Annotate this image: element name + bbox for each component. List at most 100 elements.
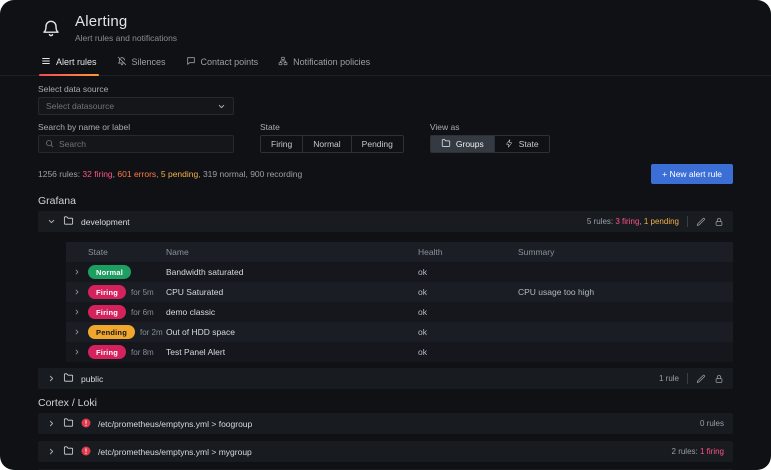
tab-notification-policies[interactable]: Notification policies xyxy=(269,49,379,75)
state-filter-firing[interactable]: Firing xyxy=(261,136,303,152)
chevron-right-icon[interactable] xyxy=(66,288,88,296)
tab-bar: Alert rules Silences Contact points Noti… xyxy=(0,49,771,76)
view-as-groups-label: Groups xyxy=(456,139,484,149)
rules-total: 1256 rules: xyxy=(38,169,82,179)
filters-row: Search by name or label State Firing Nor… xyxy=(38,122,733,153)
chevron-right-icon[interactable] xyxy=(66,328,88,336)
group-meta: 2 rules: 1 firing xyxy=(672,447,724,456)
lock-icon xyxy=(714,217,724,227)
col-state: State xyxy=(88,247,166,257)
divider xyxy=(687,373,688,384)
table-row[interactable]: Normal Bandwidth saturated ok xyxy=(66,262,733,282)
chevron-right-icon[interactable] xyxy=(66,348,88,356)
folder-icon xyxy=(63,445,74,458)
rule-group-public[interactable]: public 1 rule xyxy=(38,368,733,389)
tab-contact-points[interactable]: Contact points xyxy=(177,49,268,75)
state-badge: Pending xyxy=(88,325,135,339)
tab-label: Notification policies xyxy=(293,57,370,67)
group-name: /etc/prometheus/emptyns.yml > foogroup xyxy=(98,419,252,429)
edit-group-button[interactable] xyxy=(696,374,706,384)
error-circle-icon xyxy=(81,446,91,458)
state-badge: Firing xyxy=(88,345,126,359)
tab-alert-rules[interactable]: Alert rules xyxy=(32,49,106,75)
search-box[interactable] xyxy=(38,135,234,153)
for-duration: for 8m xyxy=(131,348,154,357)
error-circle-icon xyxy=(81,418,91,430)
chevron-right-icon[interactable] xyxy=(66,308,88,316)
comment-icon xyxy=(186,56,196,68)
group-rule-counts: 5 rules: 3 firing, 1 pending xyxy=(587,217,679,226)
datasource-select[interactable]: Select datasource xyxy=(38,97,234,115)
view-as-state-label: State xyxy=(519,139,539,149)
table-row[interactable]: Firing for 6m demo classic ok xyxy=(66,302,733,322)
state-button-group: Firing Normal Pending xyxy=(260,135,404,153)
section-grafana: Grafana xyxy=(0,192,771,211)
rule-group-development[interactable]: development 5 rules: 3 firing, 1 pending xyxy=(38,211,733,232)
rule-group-foogroup[interactable]: /etc/prometheus/emptyns.yml > foogroup 0… xyxy=(38,413,733,434)
state-badge: Firing xyxy=(88,305,126,319)
new-alert-rule-button[interactable]: + New alert rule xyxy=(651,164,733,184)
group-rule-counts: 0 rules xyxy=(700,419,724,428)
view-as-state-button[interactable]: State xyxy=(495,136,549,152)
for-duration: for 5m xyxy=(131,288,154,297)
group-total: 2 rules: xyxy=(672,447,700,456)
for-duration: for 6m xyxy=(131,308,154,317)
search-icon xyxy=(45,139,54,150)
rule-health: ok xyxy=(418,347,518,357)
alerting-page: Alerting Alert rules and notifications A… xyxy=(0,0,771,470)
datasource-label: Select data source xyxy=(38,84,733,94)
sitemap-icon xyxy=(278,56,288,68)
rules-summary: 1256 rules: 32 firing, 601 errors, 5 pen… xyxy=(38,169,302,179)
folder-icon xyxy=(63,417,74,430)
rule-health: ok xyxy=(418,287,518,297)
search-label: Search by name or label xyxy=(38,122,234,132)
group-firing: 3 firing xyxy=(615,217,639,226)
rule-health: ok xyxy=(418,327,518,337)
edit-group-button[interactable] xyxy=(696,217,706,227)
chevron-right-icon[interactable] xyxy=(66,268,88,276)
list-icon xyxy=(41,56,51,68)
state-badge: Normal xyxy=(88,265,131,279)
table-header: State Name Health Summary xyxy=(66,242,733,262)
state-filter: State Firing Normal Pending xyxy=(260,122,404,153)
group-meta: 1 rule xyxy=(659,373,724,384)
for-duration: for 2m xyxy=(140,328,163,337)
chevron-down-icon xyxy=(217,102,226,111)
header-text: Alerting Alert rules and notifications xyxy=(75,13,177,43)
chevron-down-icon[interactable] xyxy=(47,217,56,226)
rule-health: ok xyxy=(418,307,518,317)
rule-name: CPU Saturated xyxy=(166,287,418,297)
group-name: development xyxy=(81,217,130,227)
group-name: /etc/prometheus/emptyns.yml > mygroup xyxy=(98,447,252,457)
chevron-right-icon[interactable] xyxy=(47,374,56,383)
page-subtitle: Alert rules and notifications xyxy=(75,33,177,43)
state-filter-pending[interactable]: Pending xyxy=(352,136,403,152)
rule-health: ok xyxy=(418,267,518,277)
page-title: Alerting xyxy=(75,13,177,30)
table-row[interactable]: Pending for 2m Out of HDD space ok xyxy=(66,322,733,342)
filters-panel: Select data source Select datasource Sea… xyxy=(0,76,771,153)
chevron-right-icon[interactable] xyxy=(47,419,56,428)
col-summary: Summary xyxy=(518,247,725,257)
group-meta: 0 rules xyxy=(700,419,724,428)
rules-rest: , 319 normal, 900 recording xyxy=(198,169,302,179)
state-filter-normal[interactable]: Normal xyxy=(303,136,351,152)
group-firing: 1 firing xyxy=(700,447,724,456)
view-as-groups-button[interactable]: Groups xyxy=(431,136,495,152)
view-as-button-group: Groups State xyxy=(430,135,550,153)
table-row[interactable]: Firingfor 5m CPU Saturated ok CPU usage … xyxy=(66,282,733,302)
table-row[interactable]: Firingfor 8m Test Panel Alert ok xyxy=(66,342,733,362)
group-meta: 5 rules: 3 firing, 1 pending xyxy=(587,216,724,227)
rule-group-mygroup[interactable]: /etc/prometheus/emptyns.yml > mygroup 2 … xyxy=(38,441,733,462)
rule-name: Bandwidth saturated xyxy=(166,267,418,277)
chevron-right-icon[interactable] xyxy=(47,447,56,456)
search-input[interactable] xyxy=(59,139,227,149)
rule-name: Out of HDD space xyxy=(166,327,418,337)
rules-firing-count: 32 firing xyxy=(82,169,112,179)
tab-silences[interactable]: Silences xyxy=(108,49,175,75)
view-as-label: View as xyxy=(430,122,550,132)
rule-name: demo classic xyxy=(166,307,418,317)
state-badge: Firing xyxy=(88,285,126,299)
group-total: 5 rules: xyxy=(587,217,615,226)
page-header: Alerting Alert rules and notifications xyxy=(0,0,771,49)
